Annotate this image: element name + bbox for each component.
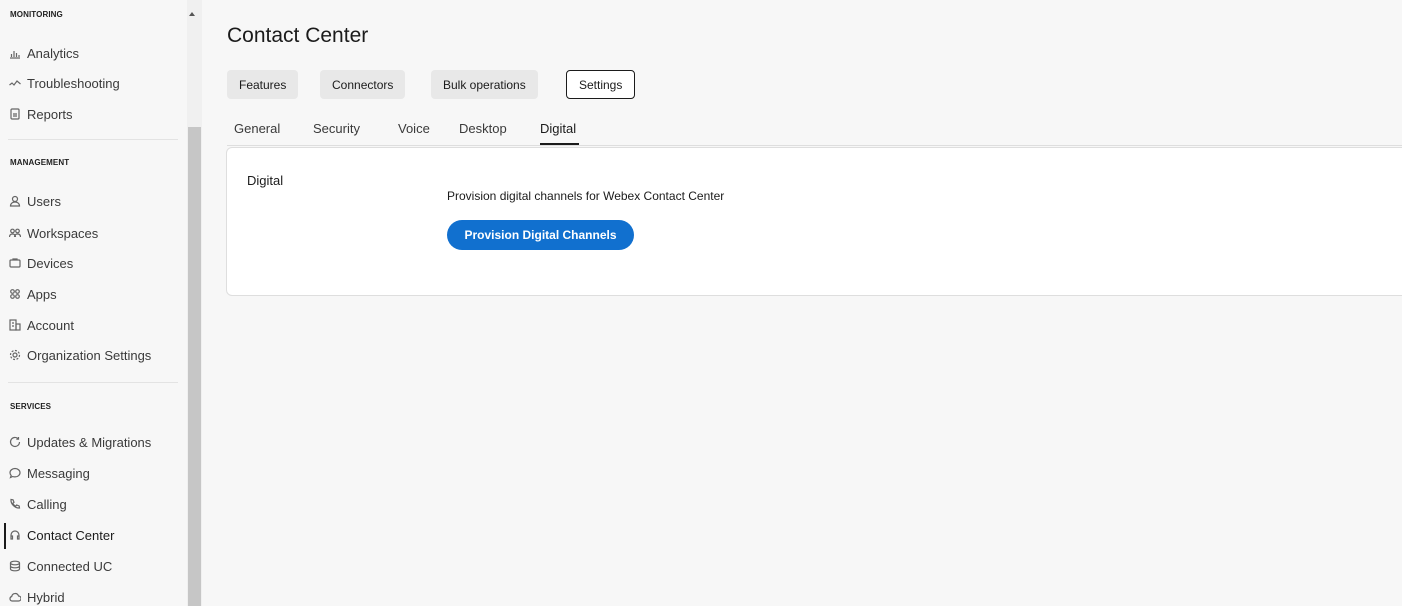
subtab-voice[interactable]: Voice <box>398 121 430 136</box>
gear-icon <box>9 349 21 361</box>
contact-center-icon <box>9 529 21 541</box>
provision-digital-channels-button[interactable]: Provision Digital Channels <box>447 220 634 250</box>
sidebar-item-label: Organization Settings <box>27 347 152 363</box>
sidebar-item-workspaces[interactable]: Workspaces <box>9 222 98 244</box>
sidebar-item-reports[interactable]: Reports <box>9 103 73 125</box>
scroll-up-arrow-icon[interactable] <box>189 12 195 16</box>
refresh-icon <box>9 436 21 448</box>
apps-icon <box>9 288 21 300</box>
active-indicator <box>4 523 6 549</box>
sidebar-item-messaging[interactable]: Messaging <box>9 462 90 484</box>
sidebar-item-label: Analytics <box>27 45 80 61</box>
sidebar-item-label: Messaging <box>27 465 90 481</box>
sidebar-item-label: Updates & Migrations <box>27 434 152 450</box>
section-heading-services: SERVICES <box>10 402 52 411</box>
tab-connectors[interactable]: Connectors <box>320 70 406 99</box>
sidebar-item-contact-center[interactable]: Contact Center <box>9 524 114 546</box>
section-heading-monitoring: MONITORING <box>10 10 63 19</box>
subtab-general[interactable]: General <box>234 121 280 136</box>
subtab-digital[interactable]: Digital <box>540 121 576 136</box>
troubleshooting-icon <box>9 77 21 89</box>
phone-icon <box>9 498 21 510</box>
subtab-desktop[interactable]: Desktop <box>459 121 507 136</box>
sidebar-item-account[interactable]: Account <box>9 314 74 336</box>
sidebar-item-analytics[interactable]: Analytics <box>9 42 79 64</box>
sidebar-item-label: Calling <box>27 496 67 512</box>
sidebar-item-label: Reports <box>27 106 73 122</box>
sidebar-item-label: Workspaces <box>27 225 99 241</box>
sidebar-item-troubleshooting[interactable]: Troubleshooting <box>9 72 120 94</box>
sidebar-item-calling[interactable]: Calling <box>9 493 67 515</box>
subtab-divider <box>227 145 1402 146</box>
sidebar-item-label: Connected UC <box>27 558 113 574</box>
sidebar-item-label: Account <box>27 317 74 333</box>
tab-settings[interactable]: Settings <box>566 70 636 99</box>
tab-bulk-operations[interactable]: Bulk operations <box>431 70 538 99</box>
digital-settings-card <box>226 147 1402 296</box>
sidebar-item-label: Troubleshooting <box>27 75 120 91</box>
tab-features[interactable]: Features <box>227 70 299 99</box>
connected-uc-icon <box>9 560 21 572</box>
sidebar-item-apps[interactable]: Apps <box>9 283 57 305</box>
sidebar-item-label: Devices <box>27 255 74 271</box>
sidebar-divider <box>8 139 178 140</box>
sidebar-scrollbar-thumb[interactable] <box>188 127 201 606</box>
message-icon <box>9 467 21 479</box>
sidebar-item-label: Hybrid <box>27 589 65 605</box>
sidebar-item-label: Contact Center <box>27 527 115 543</box>
sidebar-item-hybrid[interactable]: Hybrid <box>9 586 65 606</box>
cloud-icon <box>9 591 21 603</box>
sidebar-item-organization-settings[interactable]: Organization Settings <box>9 344 151 366</box>
page-title: Contact Center <box>227 24 369 47</box>
sidebar-item-label: Users <box>27 193 61 209</box>
account-icon <box>9 319 21 331</box>
sidebar-item-devices[interactable]: Devices <box>9 252 73 274</box>
sidebar-item-label: Apps <box>27 286 57 302</box>
sidebar-item-updates-migrations[interactable]: Updates & Migrations <box>9 431 151 453</box>
sidebar-item-connected-uc[interactable]: Connected UC <box>9 555 112 577</box>
workspaces-icon <box>9 227 21 239</box>
card-description: Provision digital channels for Webex Con… <box>447 189 725 203</box>
reports-icon <box>9 108 21 120</box>
devices-icon <box>9 257 21 269</box>
sidebar-item-users[interactable]: Users <box>9 190 61 212</box>
subtab-security[interactable]: Security <box>313 121 360 136</box>
card-title: Digital <box>247 173 284 188</box>
user-icon <box>9 195 21 207</box>
section-heading-management: MANAGEMENT <box>10 158 70 167</box>
analytics-icon <box>9 47 21 59</box>
sidebar: MONITORING Analytics Troubleshooting Rep… <box>0 0 187 606</box>
sidebar-divider <box>8 382 178 383</box>
